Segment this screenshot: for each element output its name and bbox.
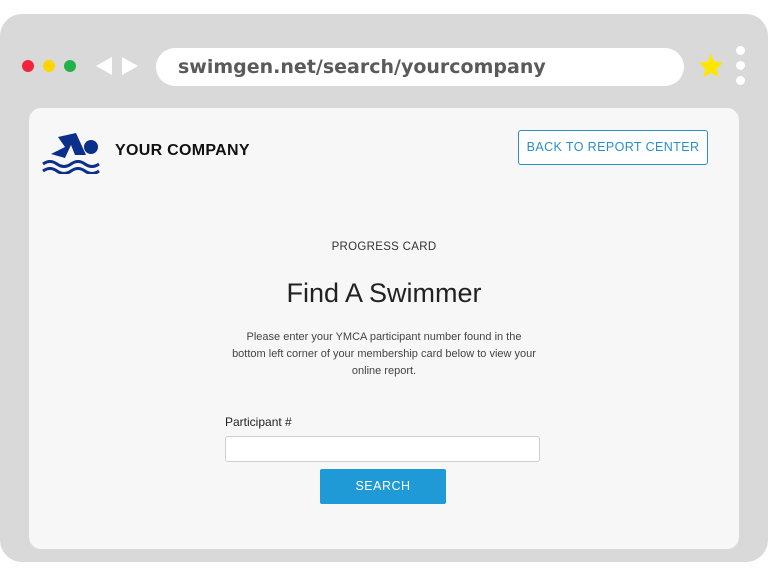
instructions-text: Please enter your YMCA participant numbe… — [232, 331, 536, 377]
address-bar[interactable]: swimgen.net/search/yourcompany — [156, 48, 684, 86]
kebab-menu-icon[interactable] — [736, 46, 746, 91]
minimize-window-button[interactable] — [43, 60, 55, 72]
maximize-window-button[interactable] — [64, 60, 76, 72]
web-page: YOUR COMPANY BACK TO REPORT CENTER PROGR… — [29, 108, 739, 549]
browser-window: swimgen.net/search/yourcompany YOUR COMP… — [0, 14, 768, 562]
back-arrow-icon[interactable] — [94, 56, 114, 81]
section-eyebrow: PROGRESS CARD — [331, 241, 437, 253]
brand-name: YOUR COMPANY — [115, 142, 250, 159]
forward-arrow-icon[interactable] — [120, 56, 140, 81]
page-title: Find A Swimmer — [286, 278, 482, 309]
participant-number-label: Participant # — [225, 415, 292, 429]
participant-number-input[interactable] — [225, 436, 540, 462]
back-to-report-center-button[interactable]: BACK TO REPORT CENTER — [518, 130, 708, 165]
swimmer-icon — [41, 130, 103, 179]
search-button[interactable]: SEARCH — [320, 469, 446, 504]
close-window-button[interactable] — [22, 60, 34, 72]
star-icon[interactable] — [697, 52, 725, 85]
